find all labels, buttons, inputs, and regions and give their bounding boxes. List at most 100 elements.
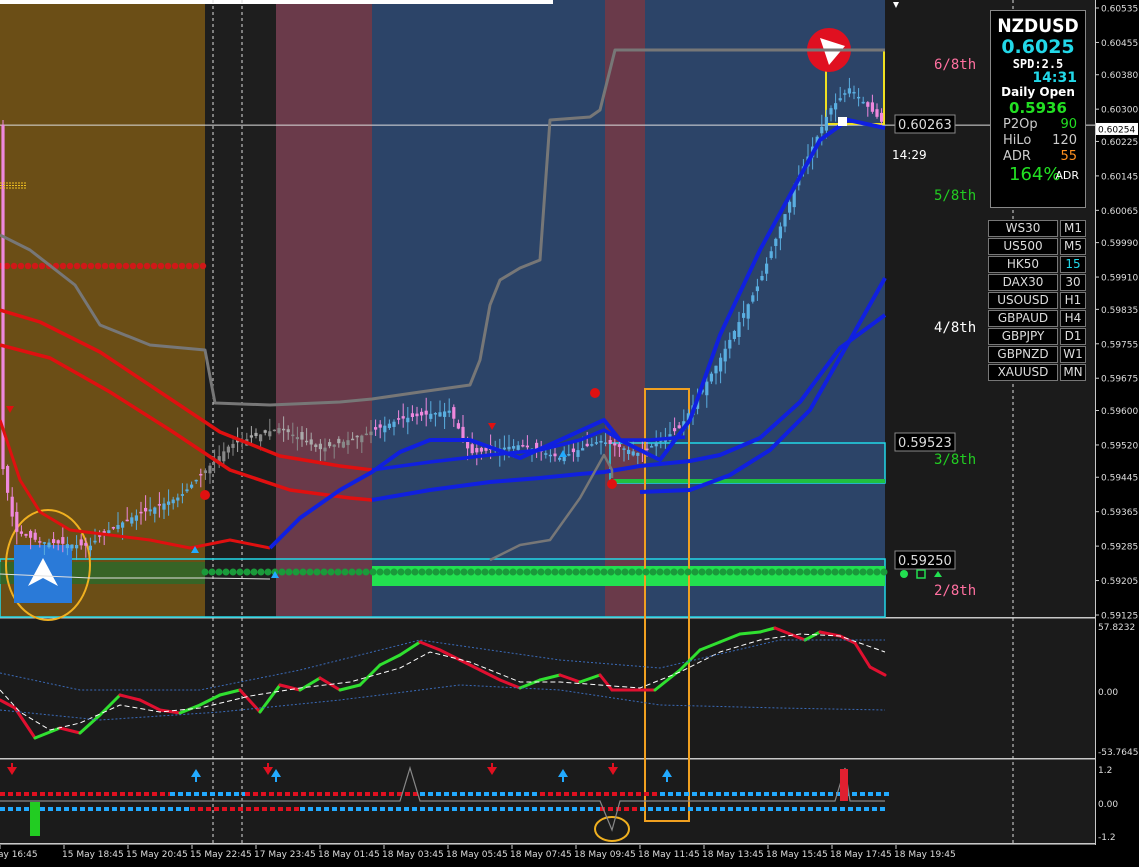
signal-dash [436,807,441,811]
symbol-button-ws30[interactable]: WS30 [988,220,1058,237]
candle-down [452,407,456,419]
symbol-button-usousd[interactable]: USOUSD [988,292,1058,309]
timeframe-button-15[interactable]: 15 [1060,256,1086,273]
signal-dash [580,807,585,811]
signal-dash [540,807,545,811]
timeframe-button-h1[interactable]: H1 [1060,292,1086,309]
candle-up [654,443,658,447]
red-dot [73,262,81,270]
candle-up [364,433,368,436]
signal-dash [8,807,13,811]
green-dot [866,568,874,576]
symbol-button-gbpjpy[interactable]: GBPJPY [988,328,1058,345]
signal-dash [664,807,669,811]
green-dot [453,568,461,576]
signal-dash [604,792,609,796]
green-dot [348,568,356,576]
time-label: 15 May 22:45 [190,850,252,860]
candle-down [79,539,83,546]
candle-down [52,539,56,543]
red-dot [87,262,95,270]
signal-dash [860,792,865,796]
candle-up [544,453,548,455]
signal-dash [564,807,569,811]
signal-dash [596,792,601,796]
timeframe-button-w1[interactable]: W1 [1060,346,1086,363]
signal-dash [381,792,386,796]
signal-dot [590,388,600,398]
signal-dash [349,792,354,796]
timeframe-button-m5[interactable]: M5 [1060,238,1086,255]
timeframe-button-d1[interactable]: D1 [1060,328,1086,345]
candle-up [75,544,79,549]
timeframe-button-30[interactable]: 30 [1060,274,1086,291]
signal-dash [128,792,133,796]
red-dot [94,262,102,270]
price-chart[interactable]: 0.60535 0.60455 0.60380 0.60300 0.60225 0.601… [0,0,1139,867]
signal-dash [532,792,537,796]
symbol-row: GBPAUD H4 [988,310,1088,327]
red-dot [164,262,172,270]
signal-dash [876,792,881,796]
signal-dash [186,792,191,796]
green-dot [600,568,608,576]
signal-dash [277,792,282,796]
signal-dash [524,807,529,811]
green-dot [649,568,657,576]
symbol-button-hk50[interactable]: HK50 [988,256,1058,273]
green-dot [544,568,552,576]
time-label: 15 May 20:45 [126,850,188,860]
green-dot [509,568,517,576]
signal-dash [792,807,797,811]
green-dot [222,568,230,576]
green-dot [208,568,216,576]
red-dot [31,262,39,270]
symbol-button-gbpnzd[interactable]: GBPNZD [988,346,1058,363]
candle-up [548,454,552,457]
timeframe-button-mn[interactable]: MN [1060,364,1086,381]
green-dot [747,568,755,576]
candle-down [475,448,479,453]
symbol-button-us500[interactable]: US500 [988,238,1058,255]
signal-dash [238,807,243,811]
signal-dash [24,792,29,796]
candle-up [760,275,764,281]
symbol-button-xauusd[interactable]: XAUUSD [988,364,1058,381]
symbol-button-gbpaud[interactable]: GBPAUD [988,310,1058,327]
green-dot [320,568,328,576]
red-dot [101,262,109,270]
candle-down [328,442,332,447]
axis-label: 0.59990 [1101,239,1138,249]
candle-down [410,413,414,417]
signal-dash [301,792,306,796]
signal-dash [294,807,299,811]
red-dot [199,262,207,270]
signal-axis-label: -1.2 [1098,833,1116,843]
timeframe-button-m1[interactable]: M1 [1060,220,1086,237]
candle-up [778,226,782,239]
osc-axis-label: 0.00 [1098,688,1118,698]
candle-up [341,441,345,448]
green-dot [859,568,867,576]
timeframe-button-h4[interactable]: H4 [1060,310,1086,327]
time-label: 18 May 03:45 [382,850,444,860]
signal-dash [202,792,207,796]
level-label: 3/8th [934,452,976,468]
symbol-button-dax30[interactable]: DAX30 [988,274,1058,291]
candle-up [222,451,226,462]
adr-percent: 164% ADR [1009,164,1079,185]
signal-dash [564,792,569,796]
signal-dash [404,807,409,811]
signal-dash [372,807,377,811]
signal-dash [780,792,785,796]
signal-dash [340,807,345,811]
info-time: 14:31 [1032,70,1077,86]
candle-up [857,96,861,99]
signal-bar-green [30,802,40,836]
green-dot [565,568,573,576]
red-dot [115,262,123,270]
signal-dash [788,792,793,796]
red-dot [59,262,67,270]
candle-up [369,431,373,436]
signal-dash [484,792,489,796]
